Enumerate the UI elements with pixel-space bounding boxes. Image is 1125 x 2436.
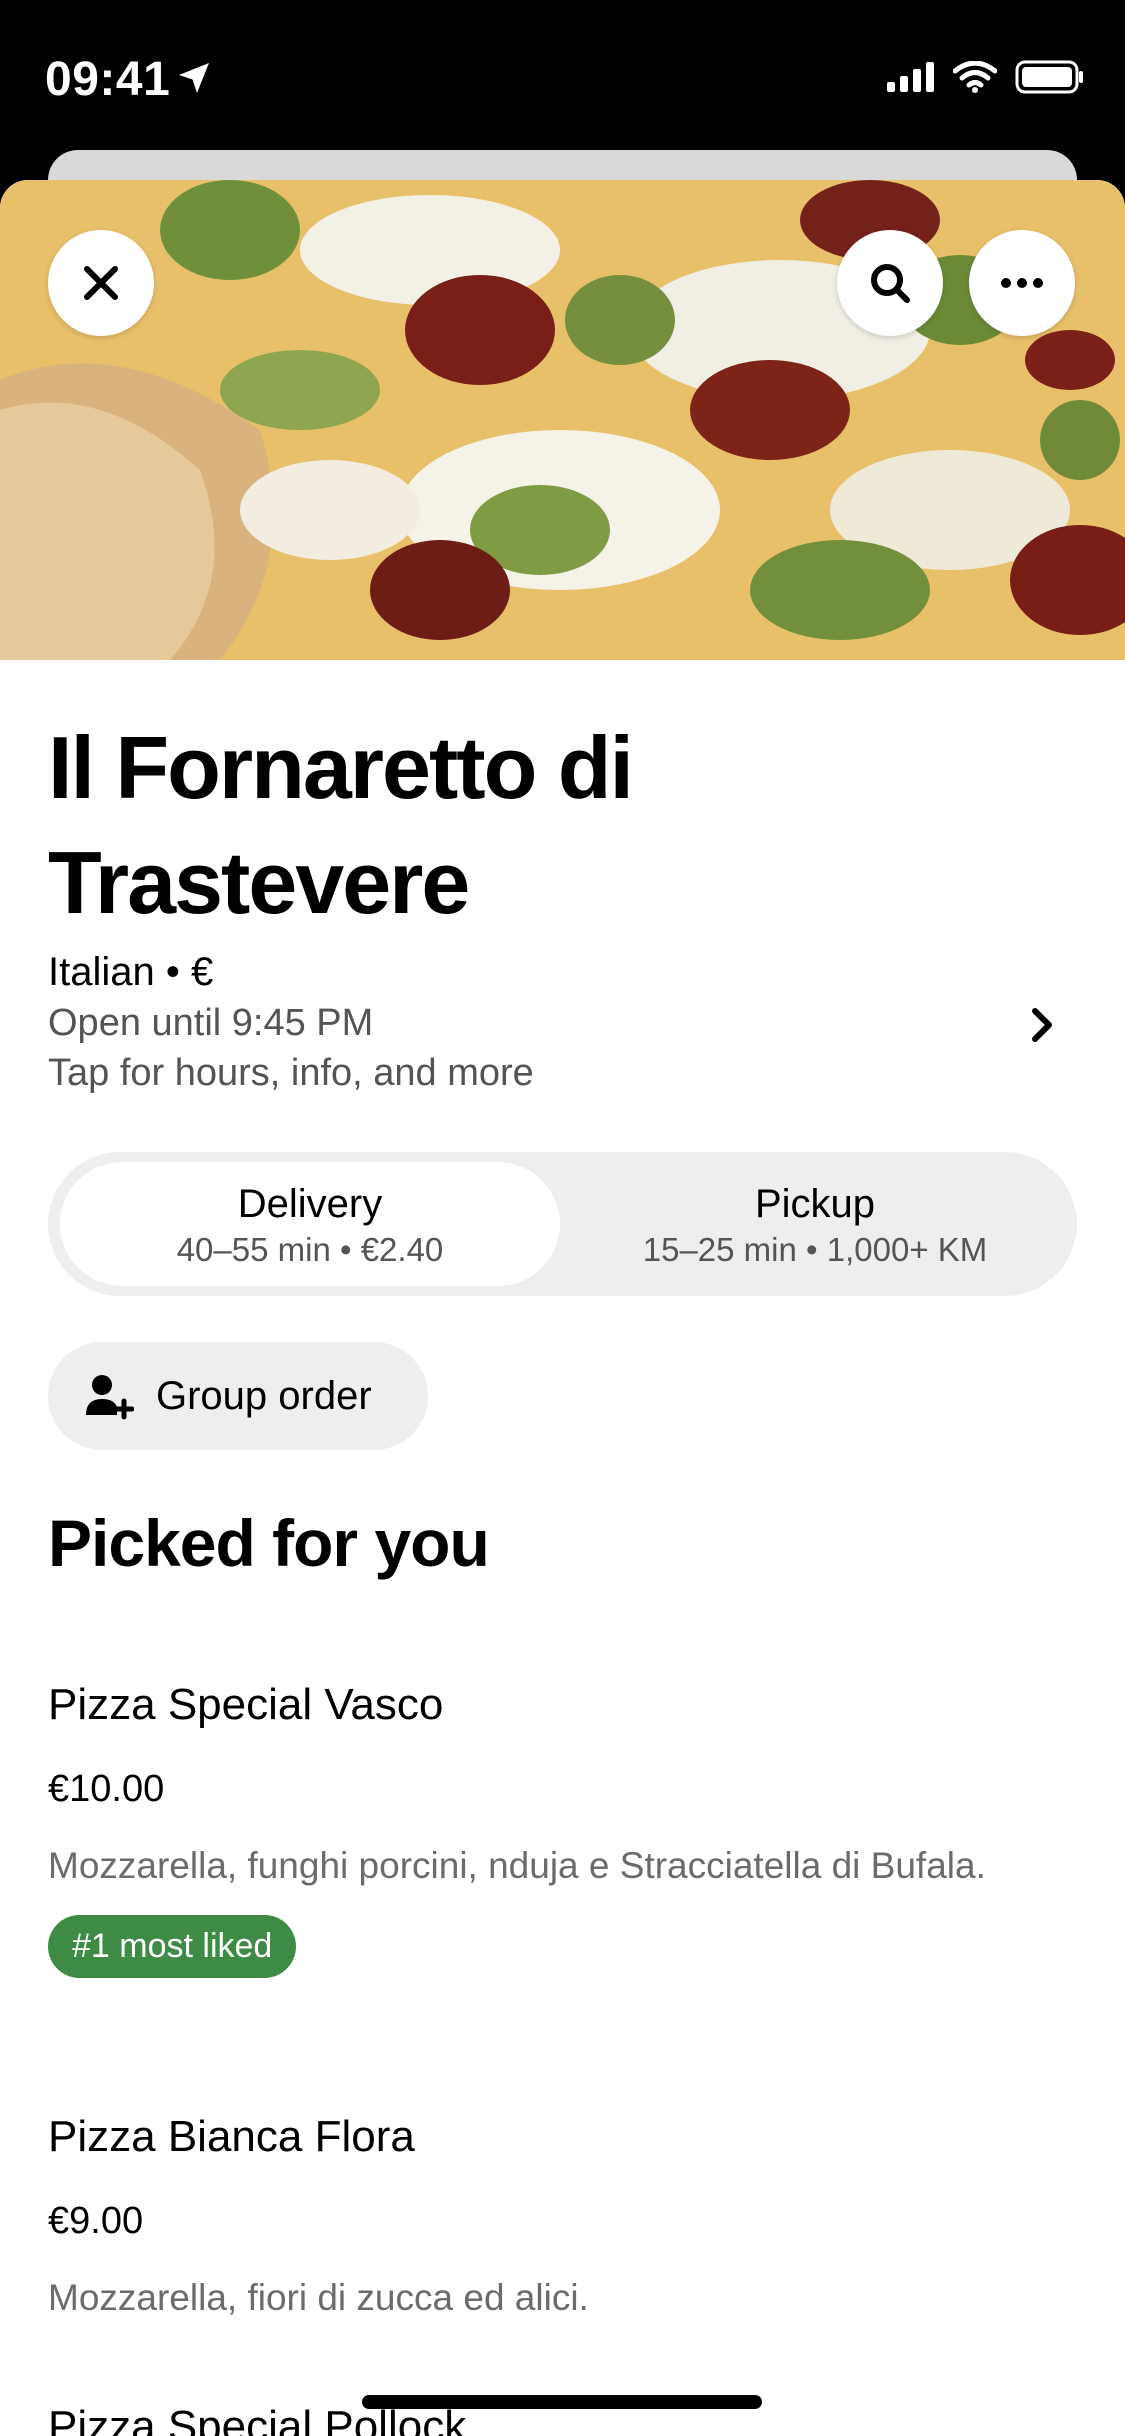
delivery-detail: 40–55 min • €2.40 xyxy=(176,1231,444,1268)
restaurant-name: Il Fornaretto di Trastevere xyxy=(48,718,634,932)
add-person-icon xyxy=(86,1375,134,1420)
status-time: 09:41 xyxy=(45,53,171,106)
chevron-right-icon[interactable] xyxy=(1027,1005,1057,1045)
group-order-label: Group order xyxy=(156,1373,372,1418)
close-button[interactable] xyxy=(48,230,154,336)
menu-item-name: Pizza Special Vasco xyxy=(48,1680,444,1729)
opening-hours[interactable]: Open until 9:45 PM xyxy=(48,1002,373,1045)
battery-icon xyxy=(1015,60,1083,94)
menu-item[interactable]: Pizza Bianca Flora €9.00 Mozzarella, fio… xyxy=(48,2112,1077,2323)
wifi-icon xyxy=(953,61,997,93)
search-button[interactable] xyxy=(837,230,943,336)
pizza-photo xyxy=(0,180,1125,660)
pickup-label: Pickup xyxy=(754,1182,876,1226)
delivery-option[interactable]: Delivery 40–55 min • €2.40 xyxy=(60,1162,560,1286)
menu-item-name: Pizza Bianca Flora xyxy=(48,2112,415,2161)
menu-item-description: Mozzarella, funghi porcini, nduja e Stra… xyxy=(48,1845,986,1886)
status-bar: 09:41 xyxy=(0,0,1125,150)
restaurant-sheet: Il Fornaretto di Trastevere Italian • € … xyxy=(0,180,1125,2436)
group-order-button[interactable]: Group order xyxy=(48,1342,428,1450)
status-icons xyxy=(887,60,1085,94)
more-horizontal-icon xyxy=(1001,278,1043,288)
menu-item[interactable]: Pizza Special Vasco €10.00 Mozzarella, f… xyxy=(48,1680,1077,1978)
close-icon xyxy=(84,266,118,300)
menu-item-price: €9.00 xyxy=(48,2200,144,2242)
cuisine-price-level: Italian • € xyxy=(48,950,214,994)
delivery-label: Delivery xyxy=(237,1182,383,1226)
home-indicator[interactable] xyxy=(362,2395,762,2409)
menu-item-price: €10.00 xyxy=(48,1768,165,1810)
hero-image xyxy=(0,180,1125,660)
more-options-button[interactable] xyxy=(969,230,1075,336)
pickup-detail: 15–25 min • 1,000+ KM xyxy=(642,1231,988,1268)
pickup-option[interactable]: Pickup 15–25 min • 1,000+ KM xyxy=(565,1162,1065,1286)
section-title: Picked for you xyxy=(48,1506,490,1580)
info-hint[interactable]: Tap for hours, info, and more xyxy=(48,1052,534,1095)
popularity-badge: #1 most liked xyxy=(48,1915,297,1978)
location-arrow-icon xyxy=(179,63,209,93)
search-icon xyxy=(871,264,910,303)
menu-item-description: Mozzarella, fiori di zucca ed alici. xyxy=(48,2277,589,2318)
cellular-signal-icon xyxy=(887,62,934,92)
delivery-pickup-toggle: Delivery 40–55 min • €2.40 Pickup 15–25 … xyxy=(48,1152,1077,1296)
